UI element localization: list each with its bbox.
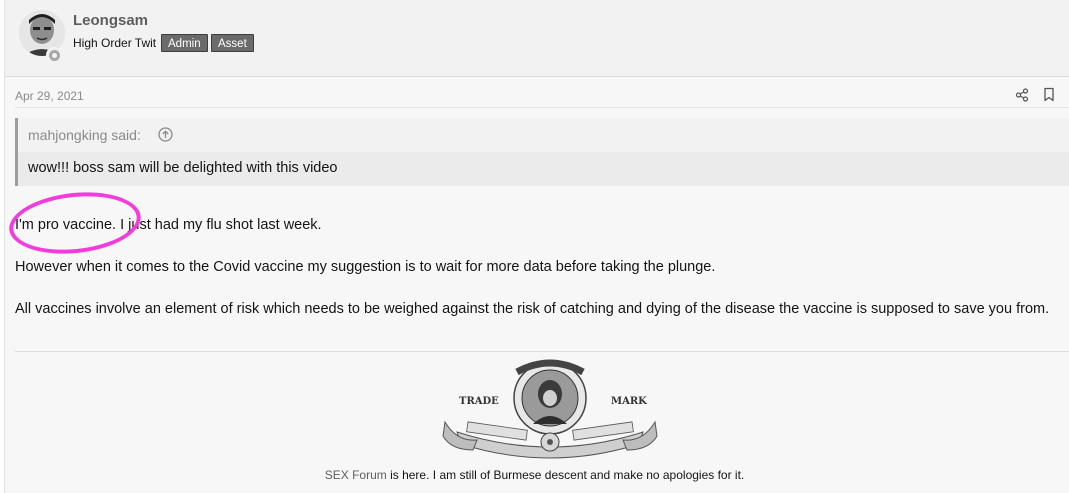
signature-link[interactable]: SEX Forum [325, 468, 387, 482]
user-status-icon [46, 47, 62, 63]
logo-text-mark: MARK [611, 396, 647, 407]
quote-author[interactable]: mahjongking said: [28, 127, 141, 143]
quote-jump-icon[interactable] [158, 127, 173, 142]
user-header: Leongsam High Order Twit Admin Asset [5, 0, 1069, 77]
user-title: High Order Twit [73, 36, 157, 50]
bookmark-icon[interactable] [1042, 87, 1056, 102]
quote-body: wow!!! boss sam will be delighted with t… [18, 152, 1069, 186]
meta-divider [15, 107, 1069, 108]
message-line-2: However when it comes to the Covid vacci… [15, 259, 716, 275]
signature-note: is here. I am still of Burmese descent a… [386, 468, 745, 482]
share-icon[interactable] [1015, 88, 1029, 102]
quote-header: mahjongking said: [18, 118, 1069, 152]
quote-text: wow!!! boss sam will be delighted with t… [28, 160, 338, 176]
username[interactable]: Leongsam [73, 12, 148, 29]
signature-text: SEX Forum is here. I am still of Burmese… [0, 468, 1069, 482]
annotation-circle [6, 186, 144, 260]
logo-text-trade: TRADE [459, 396, 499, 407]
badge-asset: Asset [211, 34, 254, 52]
post-date[interactable]: Apr 29, 2021 [15, 89, 84, 103]
forum-post: Leongsam High Order Twit Admin Asset Apr… [4, 0, 1069, 493]
quote-block: mahjongking said: wow!!! boss sam will b… [15, 118, 1069, 186]
badge-admin: Admin [161, 34, 208, 52]
message-line-3: All vaccines involve an element of risk … [15, 301, 1050, 317]
signature-logo-image: TRADE MARK [442, 359, 658, 459]
